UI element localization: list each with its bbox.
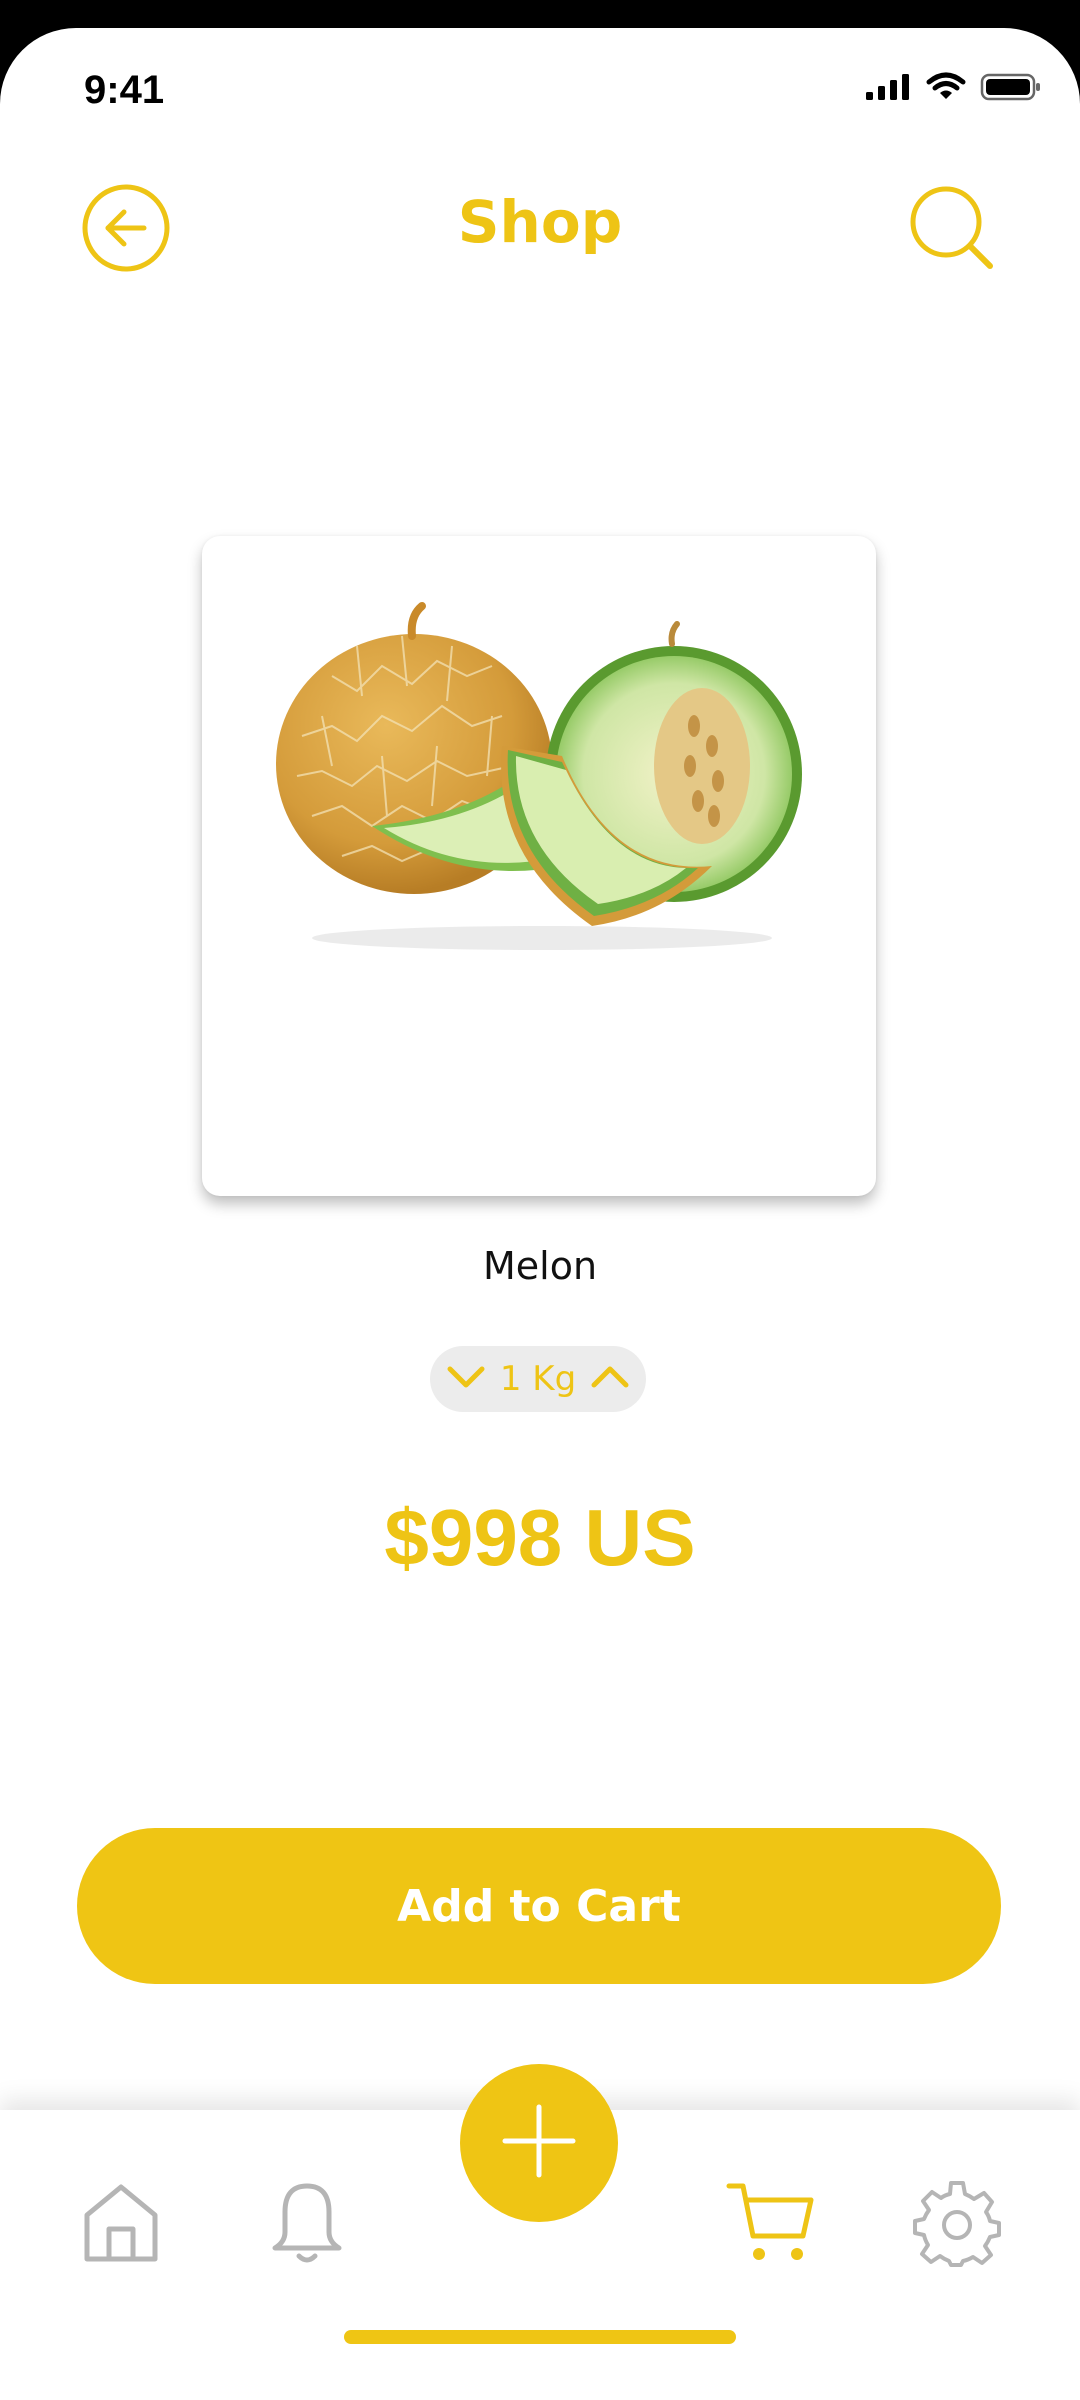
product-card[interactable] (202, 536, 876, 1196)
melon-image (262, 566, 822, 966)
chevron-down-icon (446, 1364, 486, 1395)
cart-icon (725, 2180, 817, 2271)
search-icon (906, 182, 998, 279)
quantity-value: 1 Kg (499, 1359, 577, 1399)
wifi-icon (926, 72, 966, 107)
product-price: $998 US (384, 1493, 696, 1582)
battery-icon (980, 72, 1042, 107)
status-time: 9:41 (84, 68, 165, 112)
nav-settings[interactable] (902, 2170, 1012, 2280)
add-to-cart-button[interactable]: Add to Cart (77, 1828, 1001, 1984)
status-bar: 9:41 (0, 28, 1080, 148)
add-button[interactable] (460, 2064, 618, 2222)
signal-icon (864, 73, 912, 106)
bell-icon (269, 2180, 345, 2271)
decrease-quantity-button[interactable] (444, 1359, 488, 1399)
phone-screen: 9:41 Shop Melon 1 Kg $998 US Add to Cart (0, 28, 1080, 2400)
gear-icon (913, 2179, 1001, 2272)
home-icon (81, 2181, 161, 2270)
nav-home[interactable] (66, 2170, 176, 2280)
chevron-up-icon (590, 1364, 630, 1395)
status-icons (864, 72, 1042, 107)
quantity-stepper: 1 Kg (430, 1346, 646, 1412)
search-button[interactable] (902, 180, 1002, 280)
header: Shop (0, 148, 1080, 308)
nav-cart[interactable] (716, 2170, 826, 2280)
product-name: Melon (482, 1244, 598, 1288)
home-indicator (344, 2330, 736, 2344)
plus-icon (499, 2101, 579, 2186)
increase-quantity-button[interactable] (588, 1359, 632, 1399)
nav-notifications[interactable] (252, 2170, 362, 2280)
